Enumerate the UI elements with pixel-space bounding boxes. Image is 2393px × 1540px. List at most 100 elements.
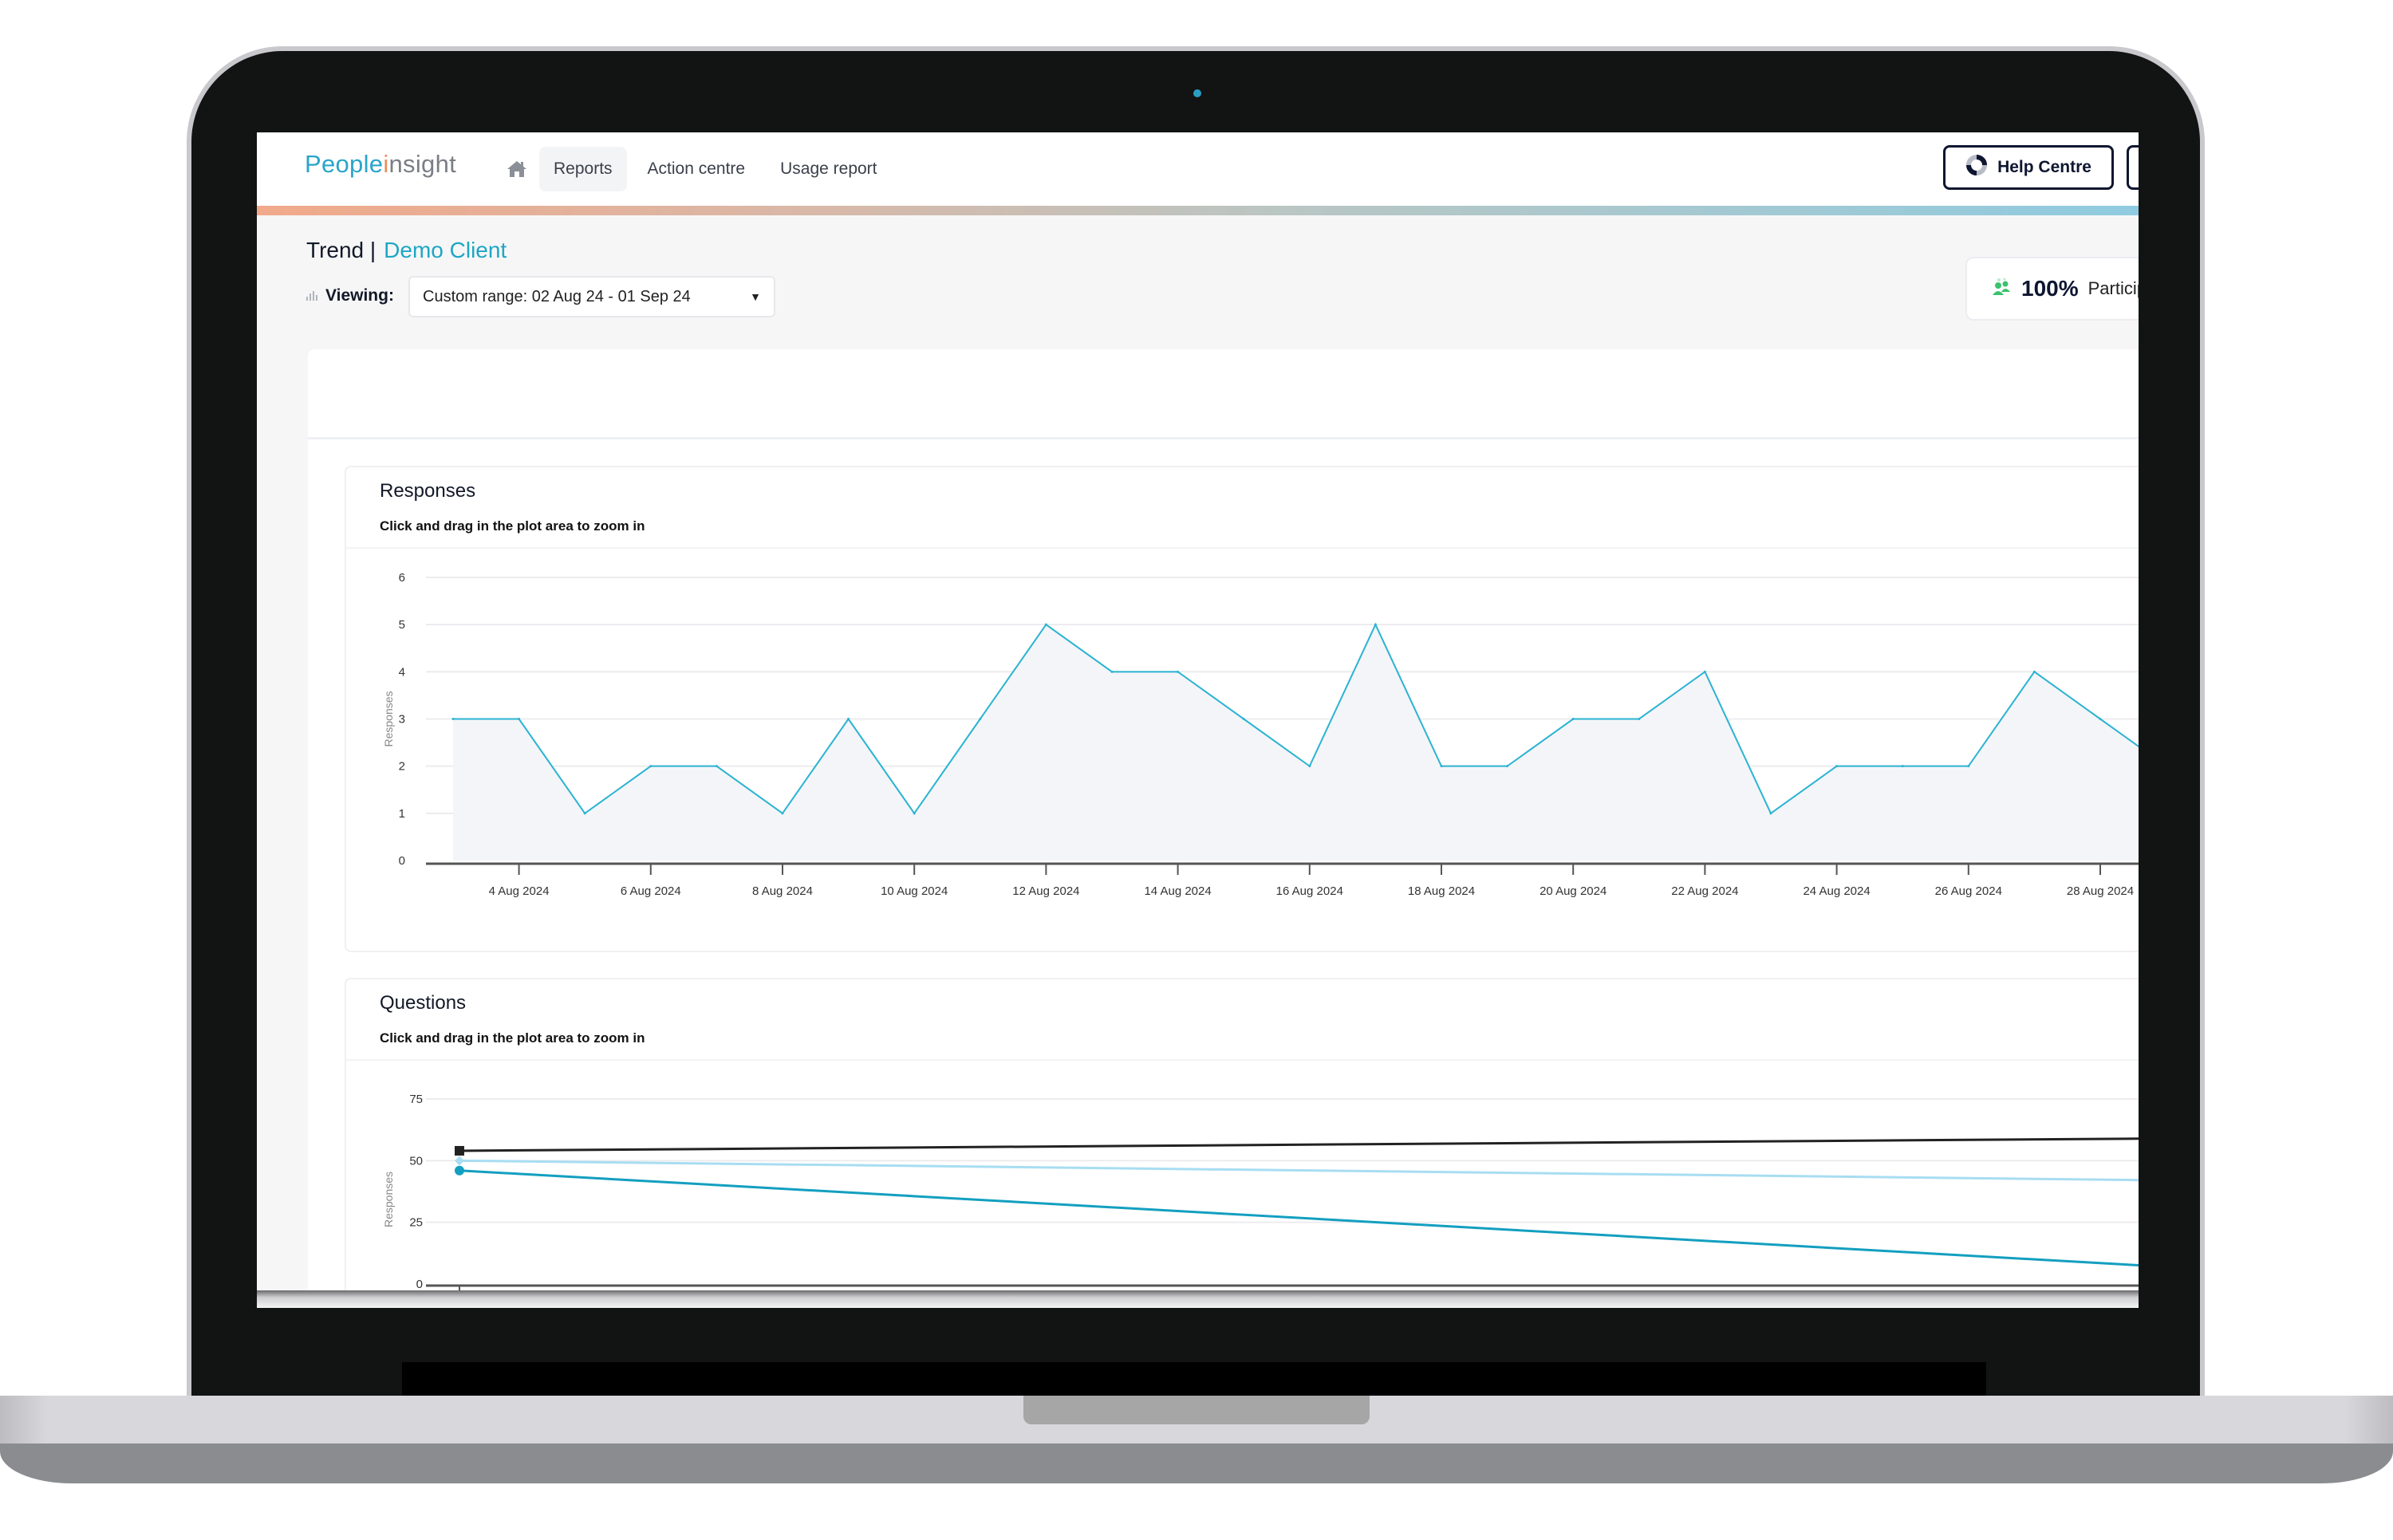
data-point [1374,623,1377,626]
x-tick-label: 8 Aug 2024 [752,884,813,898]
panel-divider [308,437,2139,439]
y-tick-label: 0 [399,854,405,868]
questions-chart-title: Questions [380,992,467,1014]
help-centre-button[interactable]: Help Centre [1943,145,2114,190]
y-axis-label: Responses [382,1172,395,1227]
participation-label: Particip [2087,278,2139,298]
responses-chart[interactable]: 0 1 2 3 4 5 6 Responses 4 Aug 2024 6 Aug 2024 8 Au… [346,547,2139,954]
x-tick-label: 22 Aug 2024 [1671,884,1738,898]
data-point [1110,670,1114,673]
y-tick-label: 50 [409,1154,423,1168]
screen: Peopleinsight Reports Action centre Usag… [257,132,2139,1308]
y-tick-label: 4 [399,665,405,679]
data-point [913,812,916,815]
camera-dot [1193,89,1201,97]
page-title: Trend | Demo Client [306,238,507,263]
y-tick-label: 1 [399,807,405,821]
viewing-label: Viewing: [306,286,394,305]
viewing-label-text: Viewing: [325,286,394,305]
y-tick-label: 75 [409,1093,423,1106]
diamond-marker [455,1156,464,1166]
square-marker [455,1145,464,1156]
x-tick-label: 24 Aug 2024 [1803,884,1870,898]
x-tick-label: 6 Aug 2024 [621,884,681,898]
data-point [1638,718,1641,720]
y-tick-label: 6 [399,571,405,585]
nav-action-centre[interactable]: Action centre [633,147,760,191]
x-tick-label: 14 Aug 2024 [1144,884,1211,898]
bar-chart-icon [306,286,317,305]
questions-chart[interactable]: 0 25 50 75 Responses [346,1059,2139,1308]
data-point [1177,670,1180,673]
main-nav: Reports Action centre Usage report [501,147,892,191]
y-tick-label: 0 [416,1278,423,1291]
date-range-select[interactable]: Custom range: 02 Aug 24 - 01 Sep 24 ▼ [408,276,775,317]
data-point [847,718,850,720]
data-point [1571,718,1575,720]
client-name[interactable]: Demo Client [384,238,507,262]
data-point [1242,718,1245,720]
nav-usage-report[interactable]: Usage report [766,147,891,191]
data-point [1835,765,1839,768]
x-tick-label: 20 Aug 2024 [1539,884,1607,898]
top-nav-bar: Peopleinsight Reports Action centre Usag… [257,132,2139,206]
data-point [979,718,982,720]
logo-text-insight: nsight [388,150,457,178]
participation-card: 100% Particip [1965,257,2139,321]
data-point [1506,765,1509,768]
y-tick-label: 3 [399,713,405,727]
data-point [451,718,455,720]
laptop-base-bottom [0,1444,2393,1483]
data-point [1703,670,1706,673]
lifebuoy-icon [1965,154,1988,181]
x-tick-label: 12 Aug 2024 [1012,884,1079,898]
x-tick-label: 26 Aug 2024 [1935,884,2002,898]
responses-chart-card: Responses Click and drag in the plot are… [345,466,2139,952]
brand-gradient-bar [257,206,2139,215]
page-title-text: Trend | [306,238,376,262]
help-centre-label: Help Centre [1997,158,2091,176]
data-point [583,812,586,815]
x-tick-label: 18 Aug 2024 [1408,884,1475,898]
questions-chart-card: Questions Click and drag in the plot are… [345,978,2139,1308]
data-point [781,812,784,815]
data-point [649,765,652,768]
x-tick-label: 10 Aug 2024 [881,884,948,898]
y-tick-label: 25 [409,1216,423,1230]
responses-chart-subtitle: Click and drag in the plot area to zoom … [380,518,645,534]
x-tick-label: 16 Aug 2024 [1276,884,1343,898]
series-line [459,1137,2139,1152]
x-tick-label: 4 Aug 2024 [489,884,550,898]
series-line [459,1169,2139,1266]
logo-text-people: People [305,150,384,178]
y-tick-label: 5 [399,618,405,632]
laptop-notch [1023,1396,1370,1424]
people-icon [1991,278,2012,301]
account-button[interactable] [2127,145,2139,190]
nav-reports[interactable]: Reports [539,147,627,191]
data-point [1440,765,1443,768]
logo[interactable]: Peopleinsight [305,150,456,179]
logo-text-i: i [383,150,389,178]
y-axis-label: Responses [382,691,395,746]
area-fill [453,624,2139,861]
circle-marker [455,1165,464,1176]
data-point [1967,765,1970,768]
x-tick-label: 28 Aug 2024 [2067,884,2134,898]
home-icon[interactable] [501,147,533,191]
y-tick-label: 2 [399,760,405,774]
series-line [459,1159,2139,1182]
data-point [1308,765,1311,768]
data-point [518,718,521,720]
date-range-value: Custom range: 02 Aug 24 - 01 Sep 24 [423,287,691,305]
data-point [1901,765,1904,768]
questions-chart-subtitle: Click and drag in the plot area to zoom … [380,1030,645,1046]
responses-chart-title: Responses [380,480,476,502]
caret-down-icon: ▼ [750,290,761,303]
data-point [715,765,718,768]
data-point [1769,812,1772,815]
data-point [2099,718,2102,720]
participation-value: 100% [2021,276,2079,301]
data-point [2032,670,2036,673]
data-point [1044,623,1047,626]
